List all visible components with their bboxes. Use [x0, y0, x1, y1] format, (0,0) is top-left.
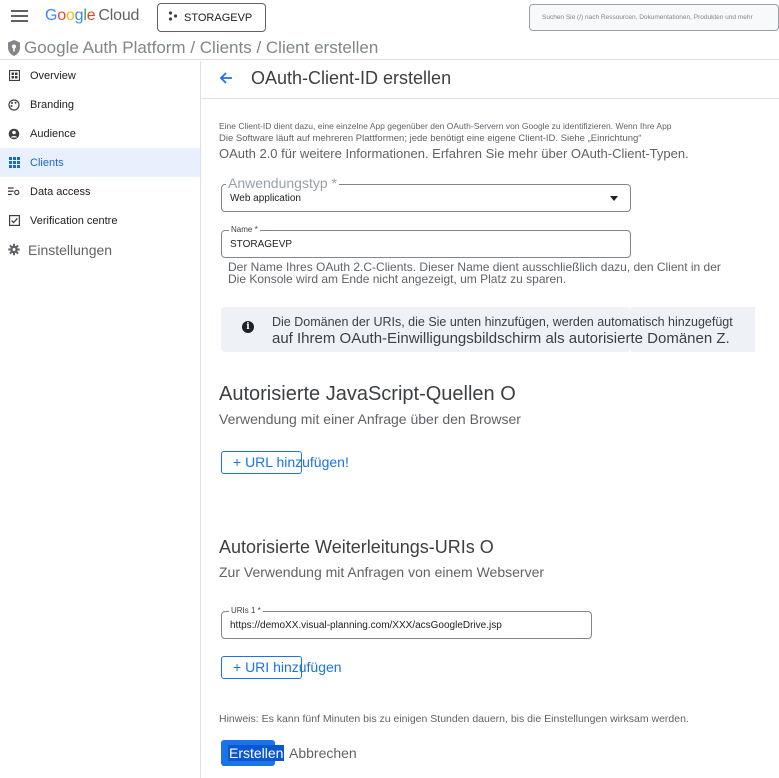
project-name: STORAGEVP [184, 11, 253, 24]
data-access-icon [8, 186, 20, 198]
name-input-label: Name * [229, 225, 260, 234]
person-icon [8, 128, 20, 140]
sidebar-item-einstellungen[interactable]: Einstellungen [0, 235, 200, 264]
intro-line: Eine Client-ID dient dazu, eine einzelne… [219, 121, 672, 131]
logo-suffix: Cloud [98, 7, 140, 24]
logo-letter: o [65, 7, 75, 24]
info-banner: i Die Domänen der URIs, die Sie unten hi… [221, 307, 755, 352]
gear-icon [8, 243, 20, 256]
back-arrow-icon[interactable] [218, 70, 234, 86]
google-cloud-logo[interactable]: Google Cloud [45, 7, 139, 25]
sidebar-item-label: Einstellungen [28, 241, 113, 258]
info-text: Die Domänen der URIs, die Sie unten hinz… [272, 314, 733, 348]
info-line: Die Domänen der URIs, die Sie unten hinz… [272, 315, 733, 329]
add-uri-button-label: + URI hinzufügen [233, 659, 342, 675]
breadcrumb-text[interactable]: Google Auth Platform / Clients / Client … [24, 38, 378, 58]
js-origins-subtitle: Verwendung mit einer Anfrage über den Br… [219, 411, 521, 427]
intro-line: Die Software läuft auf mehreren Plattfor… [219, 133, 642, 144]
sidebar-item-label: Verification centre [30, 214, 118, 227]
sidebar-item-label: Overview [30, 69, 76, 82]
add-url-button[interactable]: + URL hinzufügen! [221, 451, 349, 474]
helper-line: Die Konsole wird am Ende nicht angezeigt… [228, 272, 567, 286]
dropdown-arrow-icon [610, 196, 618, 201]
grid-icon [8, 157, 20, 169]
project-hierarchy-icon [168, 11, 178, 24]
breadcrumb: Google Auth Platform / Clients / Client … [0, 36, 779, 60]
add-url-button-label: + URL hinzufügen! [233, 454, 349, 470]
info-line: auf Ihrem OAuth-Einwilligungsbildschirm … [272, 330, 730, 347]
redirect-uri-value: https://demoXX.visual-planning.com/XXX/a… [230, 620, 502, 631]
sidebar-item-audience[interactable]: Audience [0, 119, 200, 148]
sidebar-item-data-access[interactable]: Data access [0, 177, 200, 206]
intro-text: Eine Client-ID dient dazu, eine einzelne… [219, 120, 759, 162]
redirect-uri-label: URIs 1 * [229, 606, 263, 615]
top-bar: Google Cloud STORAGEVP Suchen Sie (/) nac… [0, 0, 779, 36]
redirect-uri-input[interactable]: https://demoXX.visual-planning.com/XXX/a… [221, 611, 592, 639]
redirect-uris-title: Autorisierte Weiterleitungs-URIs O [219, 537, 494, 557]
name-input-value: STORAGEVP [230, 239, 293, 250]
dashboard-icon [8, 70, 20, 82]
sidebar-item-verification-centre[interactable]: Verification centre [0, 206, 200, 235]
intro-line: OAuth 2.0 für weitere Informationen. Erf… [219, 146, 689, 161]
info-icon: i [242, 321, 254, 333]
js-origins-title: Autorisierte JavaScript-Quellen O [219, 383, 516, 405]
checkbox-icon [8, 215, 20, 227]
logo-letter: e [86, 7, 96, 24]
application-type-label: Anwendungstyp * [226, 175, 339, 191]
logo-letter: o [57, 7, 66, 24]
search-placeholder: Suchen Sie (/) nach Ressourcen, Dokument… [542, 14, 753, 21]
sidebar-item-label: Branding [30, 98, 75, 111]
create-button[interactable]: Erstellen [221, 740, 285, 766]
logo-letter: G [45, 7, 58, 24]
cancel-button[interactable]: Abbrechen [289, 745, 357, 761]
sidebar-item-label: Clients [30, 156, 64, 169]
sidebar: Overview Branding Audience Clients Data … [0, 61, 201, 778]
page-title: OAuth-Client-ID erstellen [251, 68, 452, 88]
page-header: OAuth-Client-ID erstellen [202, 61, 779, 99]
sidebar-item-label: Audience [30, 127, 76, 140]
sidebar-item-branding[interactable]: Branding [0, 90, 200, 119]
shield-icon [8, 39, 20, 56]
search-input[interactable]: Suchen Sie (/) nach Ressourcen, Dokument… [529, 4, 779, 31]
application-type-value: Web application [230, 193, 301, 204]
sidebar-item-overview[interactable]: Overview [0, 61, 200, 90]
project-selector-button[interactable]: STORAGEVP [157, 3, 266, 32]
add-uri-button[interactable]: + URI hinzufügen [221, 656, 342, 679]
name-input[interactable]: STORAGEVP [221, 230, 631, 258]
menu-icon[interactable] [11, 10, 28, 24]
sidebar-item-clients[interactable]: Clients [0, 148, 200, 177]
redirect-uris-subtitle: Zur Verwendung mit Anfragen von einem We… [219, 564, 545, 580]
sidebar-item-label: Data access [30, 185, 91, 198]
name-helper-text: Der Name Ihres OAuth 2.C-Clients. Dieser… [228, 261, 768, 285]
hint-text: Hinweis: Es kann fünf Minuten bis zu ein… [219, 713, 689, 725]
palette-icon [8, 98, 20, 111]
create-button-label: Erstellen [228, 745, 285, 761]
